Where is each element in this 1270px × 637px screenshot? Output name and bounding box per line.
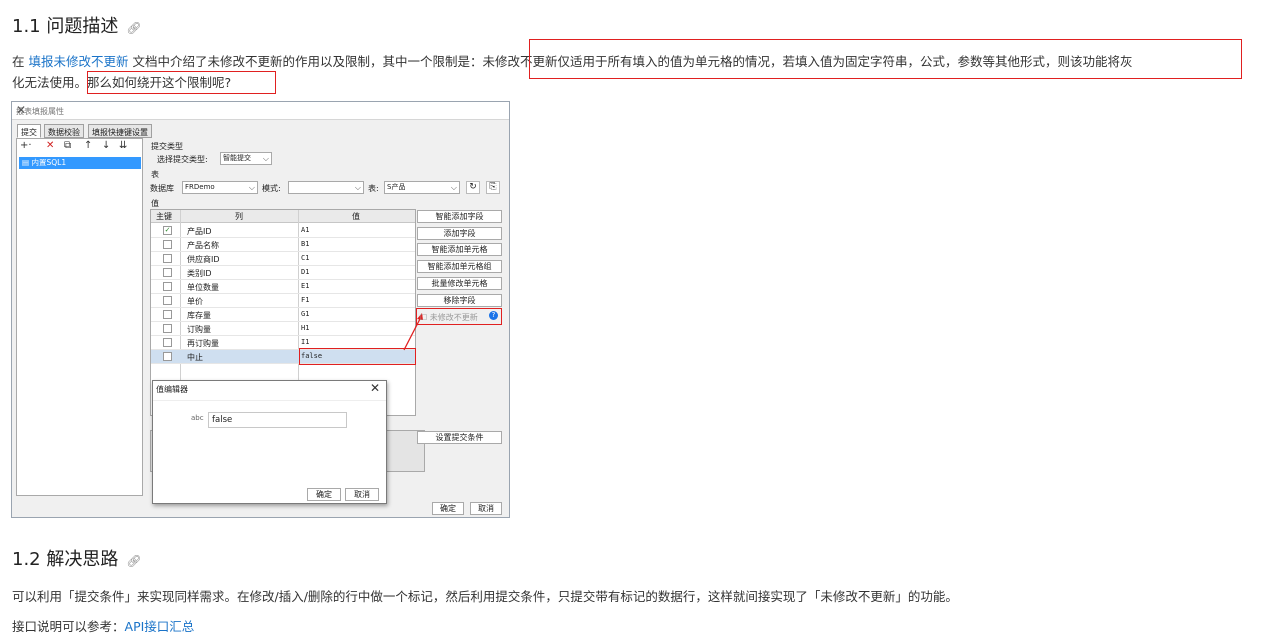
arrow-down-icon[interactable]: ↓ — [102, 140, 110, 151]
submit-type-select[interactable]: 智能提交 ⌵ — [220, 152, 272, 165]
primary-key-checkbox[interactable] — [163, 338, 172, 347]
database-label: 数据库 — [150, 184, 174, 193]
close-icon[interactable]: ✕ — [16, 103, 503, 117]
sort-icon[interactable]: ⇊ — [119, 140, 127, 151]
chevron-down-icon: ⌵ — [262, 154, 269, 163]
table-row[interactable]: 类别ID D1 — [151, 266, 415, 280]
popup-cancel-button[interactable]: 取消 — [345, 488, 379, 501]
set-submit-condition-button[interactable]: 设置提交条件 — [417, 431, 502, 444]
chevron-down-icon: ⌵ — [248, 183, 255, 192]
primary-key-checkbox[interactable] — [163, 296, 172, 305]
highlight-box-limitation — [529, 39, 1242, 79]
list-toolbar: +· ✕ ⧉ ↑ ↓ ⇊ — [17, 139, 142, 155]
highlight-box-question — [87, 71, 276, 94]
section-heading-solution: 1.2 解决思路 🔗︎ — [12, 545, 142, 571]
no-update-checkbox[interactable]: ☐ 未修改不更新 — [420, 312, 478, 323]
grid-header-column: 列 — [235, 212, 243, 221]
remove-field-button[interactable]: 移除字段 — [417, 294, 502, 307]
tab-submit[interactable]: 提交 — [17, 124, 41, 138]
primary-key-checkbox[interactable] — [163, 268, 172, 277]
solution-paragraph: 可以利用「提交条件」来实现同样需求。在修改/插入/删除的行中做一个标记，然后利用… — [12, 589, 958, 604]
question-circle-icon[interactable]: ? — [489, 311, 498, 320]
value-input[interactable]: false — [208, 412, 347, 428]
table-row[interactable]: 订购量 H1 — [151, 322, 415, 336]
submit-type-section: 提交类型 — [151, 142, 183, 151]
table-row[interactable]: 单位数量 E1 — [151, 280, 415, 294]
table-row[interactable]: 供应商ID C1 — [151, 252, 415, 266]
dialog-titlebar: 报表填报属性 ✕ — [12, 102, 509, 120]
table-row[interactable]: 库存量 G1 — [151, 308, 415, 322]
table-label: 表: — [368, 184, 379, 193]
grid-header-value: 值 — [352, 212, 360, 221]
add-field-button[interactable]: 添加字段 — [417, 227, 502, 240]
preview-icon[interactable]: ⎘ — [486, 181, 500, 194]
grid-header: 主键 列 值 — [151, 210, 415, 223]
submit-list-panel: +· ✕ ⧉ ↑ ↓ ⇊ ▤ 内置SQL1 — [16, 138, 143, 496]
tab-shortcuts[interactable]: 填报快捷键设置 — [88, 124, 152, 138]
refresh-icon[interactable]: ↻ — [466, 181, 480, 194]
schema-label: 模式: — [262, 184, 281, 193]
arrow-up-icon[interactable]: ↑ — [84, 140, 92, 151]
primary-key-checkbox[interactable] — [163, 324, 172, 333]
table-section: 表 — [151, 170, 159, 179]
reference-line: 接口说明可以参考：API接口汇总 — [12, 619, 195, 634]
add-icon[interactable]: +· — [20, 140, 32, 151]
highlight-box-false-value — [299, 348, 416, 365]
table-row[interactable]: 单价 F1 — [151, 294, 415, 308]
grid-header-key: 主键 — [156, 212, 172, 221]
ok-button[interactable]: 确定 — [432, 502, 464, 515]
database-select[interactable]: FRDemo ⌵ — [182, 181, 258, 194]
table-select[interactable]: S产品 ⌵ — [384, 181, 460, 194]
copy-icon[interactable]: ⧉ — [64, 140, 71, 151]
primary-key-checkbox[interactable] — [163, 352, 172, 361]
delete-icon[interactable]: ✕ — [46, 140, 54, 151]
text-type-icon[interactable]: abc — [191, 414, 204, 422]
close-icon[interactable]: ✕ — [370, 381, 380, 395]
table-row[interactable]: ✓ 产品ID A1 — [151, 224, 415, 238]
schema-select[interactable]: ⌵ — [288, 181, 364, 194]
heading-text: 1.2 解决思路 — [12, 549, 119, 570]
doc-link[interactable]: 填报未修改不更新 — [28, 54, 128, 69]
chevron-down-icon: ⌵ — [354, 183, 361, 192]
submit-type-label: 选择提交类型: — [157, 155, 208, 164]
link-icon[interactable]: 🔗︎ — [126, 21, 141, 35]
dialog-screenshot: 报表填报属性 ✕ 提交 数据校验 填报快捷键设置 +· ✕ ⧉ ↑ ↓ ⇊ ▤ … — [11, 101, 510, 518]
primary-key-checkbox[interactable]: ✓ — [163, 226, 172, 235]
value-section: 值 — [151, 199, 159, 208]
heading-text: 1.1 问题描述 — [12, 16, 119, 37]
tree-item-sql1[interactable]: ▤ 内置SQL1 — [19, 157, 141, 169]
smart-add-cell-group-button[interactable]: 智能添加单元格组 — [417, 260, 502, 273]
primary-key-checkbox[interactable] — [163, 254, 172, 263]
popup-ok-button[interactable]: 确定 — [307, 488, 341, 501]
primary-key-checkbox[interactable] — [163, 282, 172, 291]
batch-modify-cell-button[interactable]: 批量修改单元格 — [417, 277, 502, 290]
section-heading-problem: 1.1 问题描述 🔗︎ — [12, 12, 142, 38]
smart-add-field-button[interactable]: 智能添加字段 — [417, 210, 502, 223]
primary-key-checkbox[interactable] — [163, 310, 172, 319]
chevron-down-icon: ⌵ — [450, 183, 457, 192]
link-icon[interactable]: 🔗︎ — [126, 554, 141, 568]
tab-validation[interactable]: 数据校验 — [44, 124, 84, 138]
cancel-button[interactable]: 取消 — [470, 502, 502, 515]
table-row[interactable]: 产品名称 B1 — [151, 238, 415, 252]
value-editor-popup: 值编辑器 ✕ abc false 确定 取消 — [152, 380, 387, 504]
primary-key-checkbox[interactable] — [163, 240, 172, 249]
api-summary-link[interactable]: API接口汇总 — [125, 619, 195, 634]
smart-add-cell-button[interactable]: 智能添加单元格 — [417, 243, 502, 256]
popup-title: 值编辑器 — [156, 385, 188, 394]
